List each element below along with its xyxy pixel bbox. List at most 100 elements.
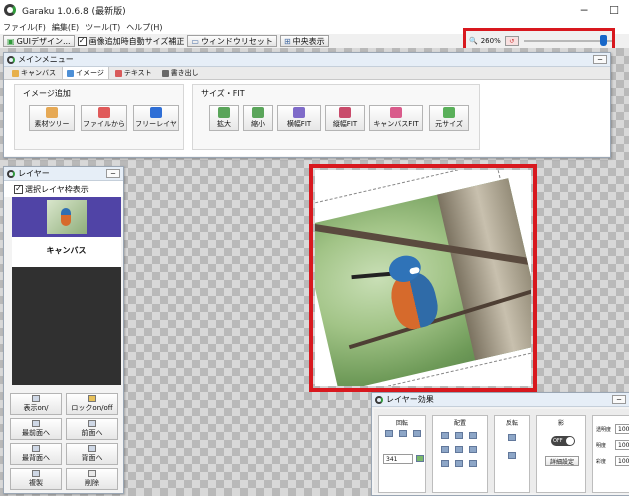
free-layer-button[interactable]: フリーレイヤ: [133, 105, 179, 131]
delete-button[interactable]: 削除: [66, 468, 118, 490]
tab-image[interactable]: イメージ: [62, 66, 109, 79]
bring-to-front-label: 最前面へ: [22, 429, 50, 437]
size-fit-group: サイズ・FIT 拡大 縮小 横幅FIT 縦幅FIT キャンバスFIT 元サイズ: [192, 84, 480, 150]
align-bottom-left-icon[interactable]: [441, 460, 449, 467]
align-middle-left-icon[interactable]: [441, 446, 449, 453]
menu-file[interactable]: ファイル(F): [3, 22, 46, 33]
rotate-reset-icon[interactable]: [385, 430, 393, 437]
from-file-button[interactable]: ファイルから: [81, 105, 127, 131]
duplicate-button[interactable]: 複製: [10, 468, 62, 490]
opacity-input[interactable]: 100: [615, 424, 629, 434]
fit-height-button[interactable]: 縦幅FIT: [325, 105, 365, 131]
material-tree-button[interactable]: 素材ツリー: [29, 105, 75, 131]
brightness-label: 明度: [596, 443, 607, 449]
menu-tools[interactable]: ツール(T): [85, 22, 120, 33]
rotation-apply-icon[interactable]: [416, 455, 424, 462]
layer-panel-title: レイヤー: [18, 169, 50, 178]
layer-effect-panel: レイヤー効果 ─ 回転 341 配置 反転 影 OFF 詳細設定 透明度 100…: [371, 392, 629, 496]
original-size-button[interactable]: 元サイズ: [429, 105, 469, 131]
layer-list-empty-area: [12, 267, 121, 385]
opacity-label: 透明度: [596, 427, 612, 433]
menu-help[interactable]: ヘルプ(H): [126, 22, 162, 33]
rotation-input[interactable]: 341: [383, 454, 413, 464]
send-to-back-button[interactable]: 最背面へ: [10, 443, 62, 465]
show-frame-checkbox[interactable]: ✓ 選択レイヤ枠表示: [4, 181, 123, 197]
tab-canvas-label: キャンバス: [21, 69, 56, 77]
canvas-tab-icon: [12, 69, 19, 77]
zoom-out-icon: [252, 107, 264, 118]
fit-canvas-icon: [390, 107, 402, 118]
layer-panel-minimize-button[interactable]: ─: [106, 169, 120, 178]
main-menu-minimize-button[interactable]: ─: [593, 55, 607, 64]
brightness-input[interactable]: 100: [615, 440, 629, 450]
align-bottom-center-icon[interactable]: [455, 460, 463, 467]
from-file-label: ファイルから: [83, 120, 125, 128]
zoom-slider[interactable]: [523, 35, 612, 46]
zoom-out-label: 縮小: [251, 120, 265, 128]
auto-fit-checkbox[interactable]: ✓ 画像追加時自動サイズ補正: [77, 36, 184, 47]
align-middle-right-icon[interactable]: [469, 446, 477, 453]
rotate-right-icon[interactable]: [413, 430, 421, 437]
visibility-icon: [32, 395, 40, 402]
rotate-left-icon[interactable]: [399, 430, 407, 437]
saturation-input[interactable]: 100: [615, 456, 629, 466]
maximize-button[interactable]: ☐: [599, 0, 629, 20]
send-backward-label: 背面へ: [81, 454, 103, 462]
fit-width-button[interactable]: 横幅FIT: [277, 105, 321, 131]
bring-to-front-button[interactable]: 最前面へ: [10, 418, 62, 440]
align-center-icon[interactable]: [455, 446, 463, 453]
show-frame-check-icon: ✓: [14, 184, 23, 194]
zoom-reset-button[interactable]: ↺: [504, 36, 519, 46]
flip-horizontal-icon[interactable]: [508, 452, 516, 459]
shadow-section-title: 影: [557, 420, 564, 427]
zoom-slider-thumb[interactable]: [599, 35, 607, 46]
align-top-right-icon[interactable]: [469, 432, 477, 439]
zoom-out-button[interactable]: 縮小: [243, 105, 273, 131]
main-menu-body: イメージ追加 素材ツリー ファイルから フリーレイヤ サイズ・FIT 拡大 縮小…: [4, 80, 610, 156]
image-add-label: イメージ追加: [23, 89, 71, 98]
send-backward-icon: [88, 445, 96, 452]
window-reset-button[interactable]: ▭ ウィンドウリセット: [187, 35, 277, 47]
size-fit-label: サイズ・FIT: [201, 89, 245, 98]
canvas[interactable]: [315, 170, 531, 386]
align-top-left-icon[interactable]: [441, 432, 449, 439]
rotation-section: 回転 341: [378, 415, 426, 493]
tab-canvas[interactable]: キャンバス: [8, 67, 60, 79]
layer-effect-header[interactable]: レイヤー効果 ─: [372, 393, 629, 407]
flip-vertical-icon[interactable]: [508, 434, 516, 441]
shadow-toggle[interactable]: OFF: [551, 436, 575, 446]
bring-forward-button[interactable]: 前面へ: [66, 418, 118, 440]
delete-label: 削除: [85, 479, 99, 487]
toggle-visibility-button[interactable]: 表示on/: [10, 393, 62, 415]
bird-beak: [351, 271, 392, 280]
main-menu-header[interactable]: メインメニュー ─: [4, 53, 610, 67]
layer-effect-minimize-button[interactable]: ─: [612, 395, 626, 404]
shadow-detail-button[interactable]: 詳細設定: [545, 456, 579, 466]
bring-forward-label: 前面へ: [81, 429, 103, 437]
tab-export[interactable]: 書き出し: [158, 67, 203, 79]
fit-canvas-button[interactable]: キャンバスFIT: [369, 105, 423, 131]
layer-item-canvas[interactable]: キャンバス: [12, 197, 121, 267]
layer-effect-title: レイヤー効果: [386, 395, 434, 404]
menu-edit[interactable]: 編集(E): [52, 22, 79, 33]
flip-section: 反転: [494, 415, 530, 493]
align-top-center-icon[interactable]: [455, 432, 463, 439]
panel-logo-icon: [375, 395, 383, 404]
gui-design-button[interactable]: ▣ GUIデザイン...: [3, 35, 75, 47]
send-backward-button[interactable]: 背面へ: [66, 443, 118, 465]
bring-to-front-icon: [32, 420, 40, 427]
toggle-lock-button[interactable]: ロックon/off: [66, 393, 118, 415]
material-tree-label: 素材ツリー: [34, 120, 70, 128]
center-view-button[interactable]: ⊞ 中央表示: [279, 35, 329, 47]
window-reset-label: ウィンドウリセット: [200, 36, 273, 46]
layer-panel-header[interactable]: レイヤー ─: [4, 167, 123, 181]
zoom-icon: 🔍: [469, 37, 478, 45]
zoom-in-button[interactable]: 拡大: [209, 105, 239, 131]
layer-thumbnail-image: [46, 200, 87, 234]
from-file-icon: [98, 107, 110, 118]
send-to-back-label: 最背面へ: [22, 454, 50, 462]
app-title: Garaku 1.0.6.8 (最新版): [22, 6, 126, 17]
minimize-button[interactable]: ─: [569, 0, 599, 20]
align-bottom-right-icon[interactable]: [469, 460, 477, 467]
tab-text[interactable]: テキスト: [111, 67, 156, 79]
